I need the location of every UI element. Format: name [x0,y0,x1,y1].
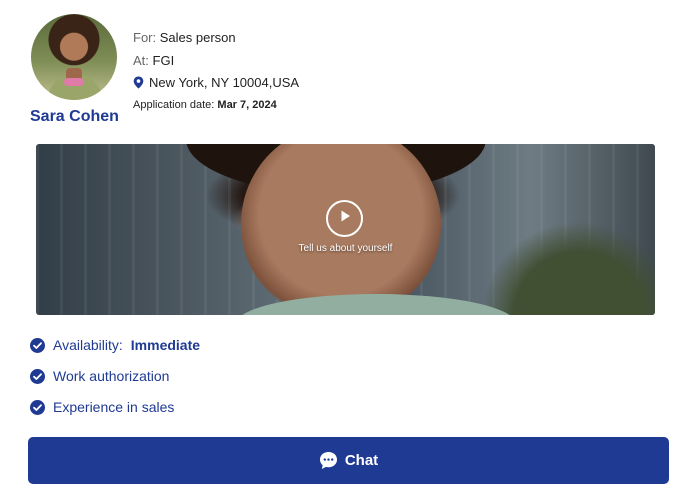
position-value: Sales person [159,30,236,45]
position-label: For: [133,30,157,45]
qualification-label: Work authorization [53,368,170,384]
location-line: New York, NY 10004,USA [133,75,299,90]
check-circle-icon [30,399,45,415]
company-line: At: FGI [133,53,174,68]
company-label: At: [133,53,149,68]
application-date-line: Application date: Mar 7, 2024 [133,99,277,111]
qualification-availability: Availability: Immediate [30,337,200,353]
application-date-label: Application date: [133,99,215,111]
check-circle-icon [30,337,45,353]
qualification-experience: Experience in sales [30,399,174,415]
chat-bubble-icon [319,451,338,470]
check-circle-icon [30,368,45,384]
company-value: FGI [152,53,175,68]
video-player[interactable]: Tell us about yourself [36,144,655,315]
play-button[interactable] [326,200,363,237]
location-pin-icon [133,76,144,89]
candidate-name: Sara Cohen [30,108,119,125]
qualification-label: Availability: [53,337,123,353]
qualification-work-authorization: Work authorization [30,368,169,384]
location-value: New York, NY 10004,USA [149,75,300,90]
chat-button-label: Chat [344,452,379,469]
play-icon [338,209,352,228]
qualification-label: Experience in sales [53,399,175,415]
avatar [31,14,117,100]
application-date-value: Mar 7, 2024 [217,99,277,111]
video-caption: Tell us about yourself [298,243,393,254]
position-line: For: Sales person [133,30,236,45]
avatar-collar [64,78,84,86]
qualification-value: Immediate [130,337,201,353]
chat-button[interactable]: Chat [28,437,669,484]
